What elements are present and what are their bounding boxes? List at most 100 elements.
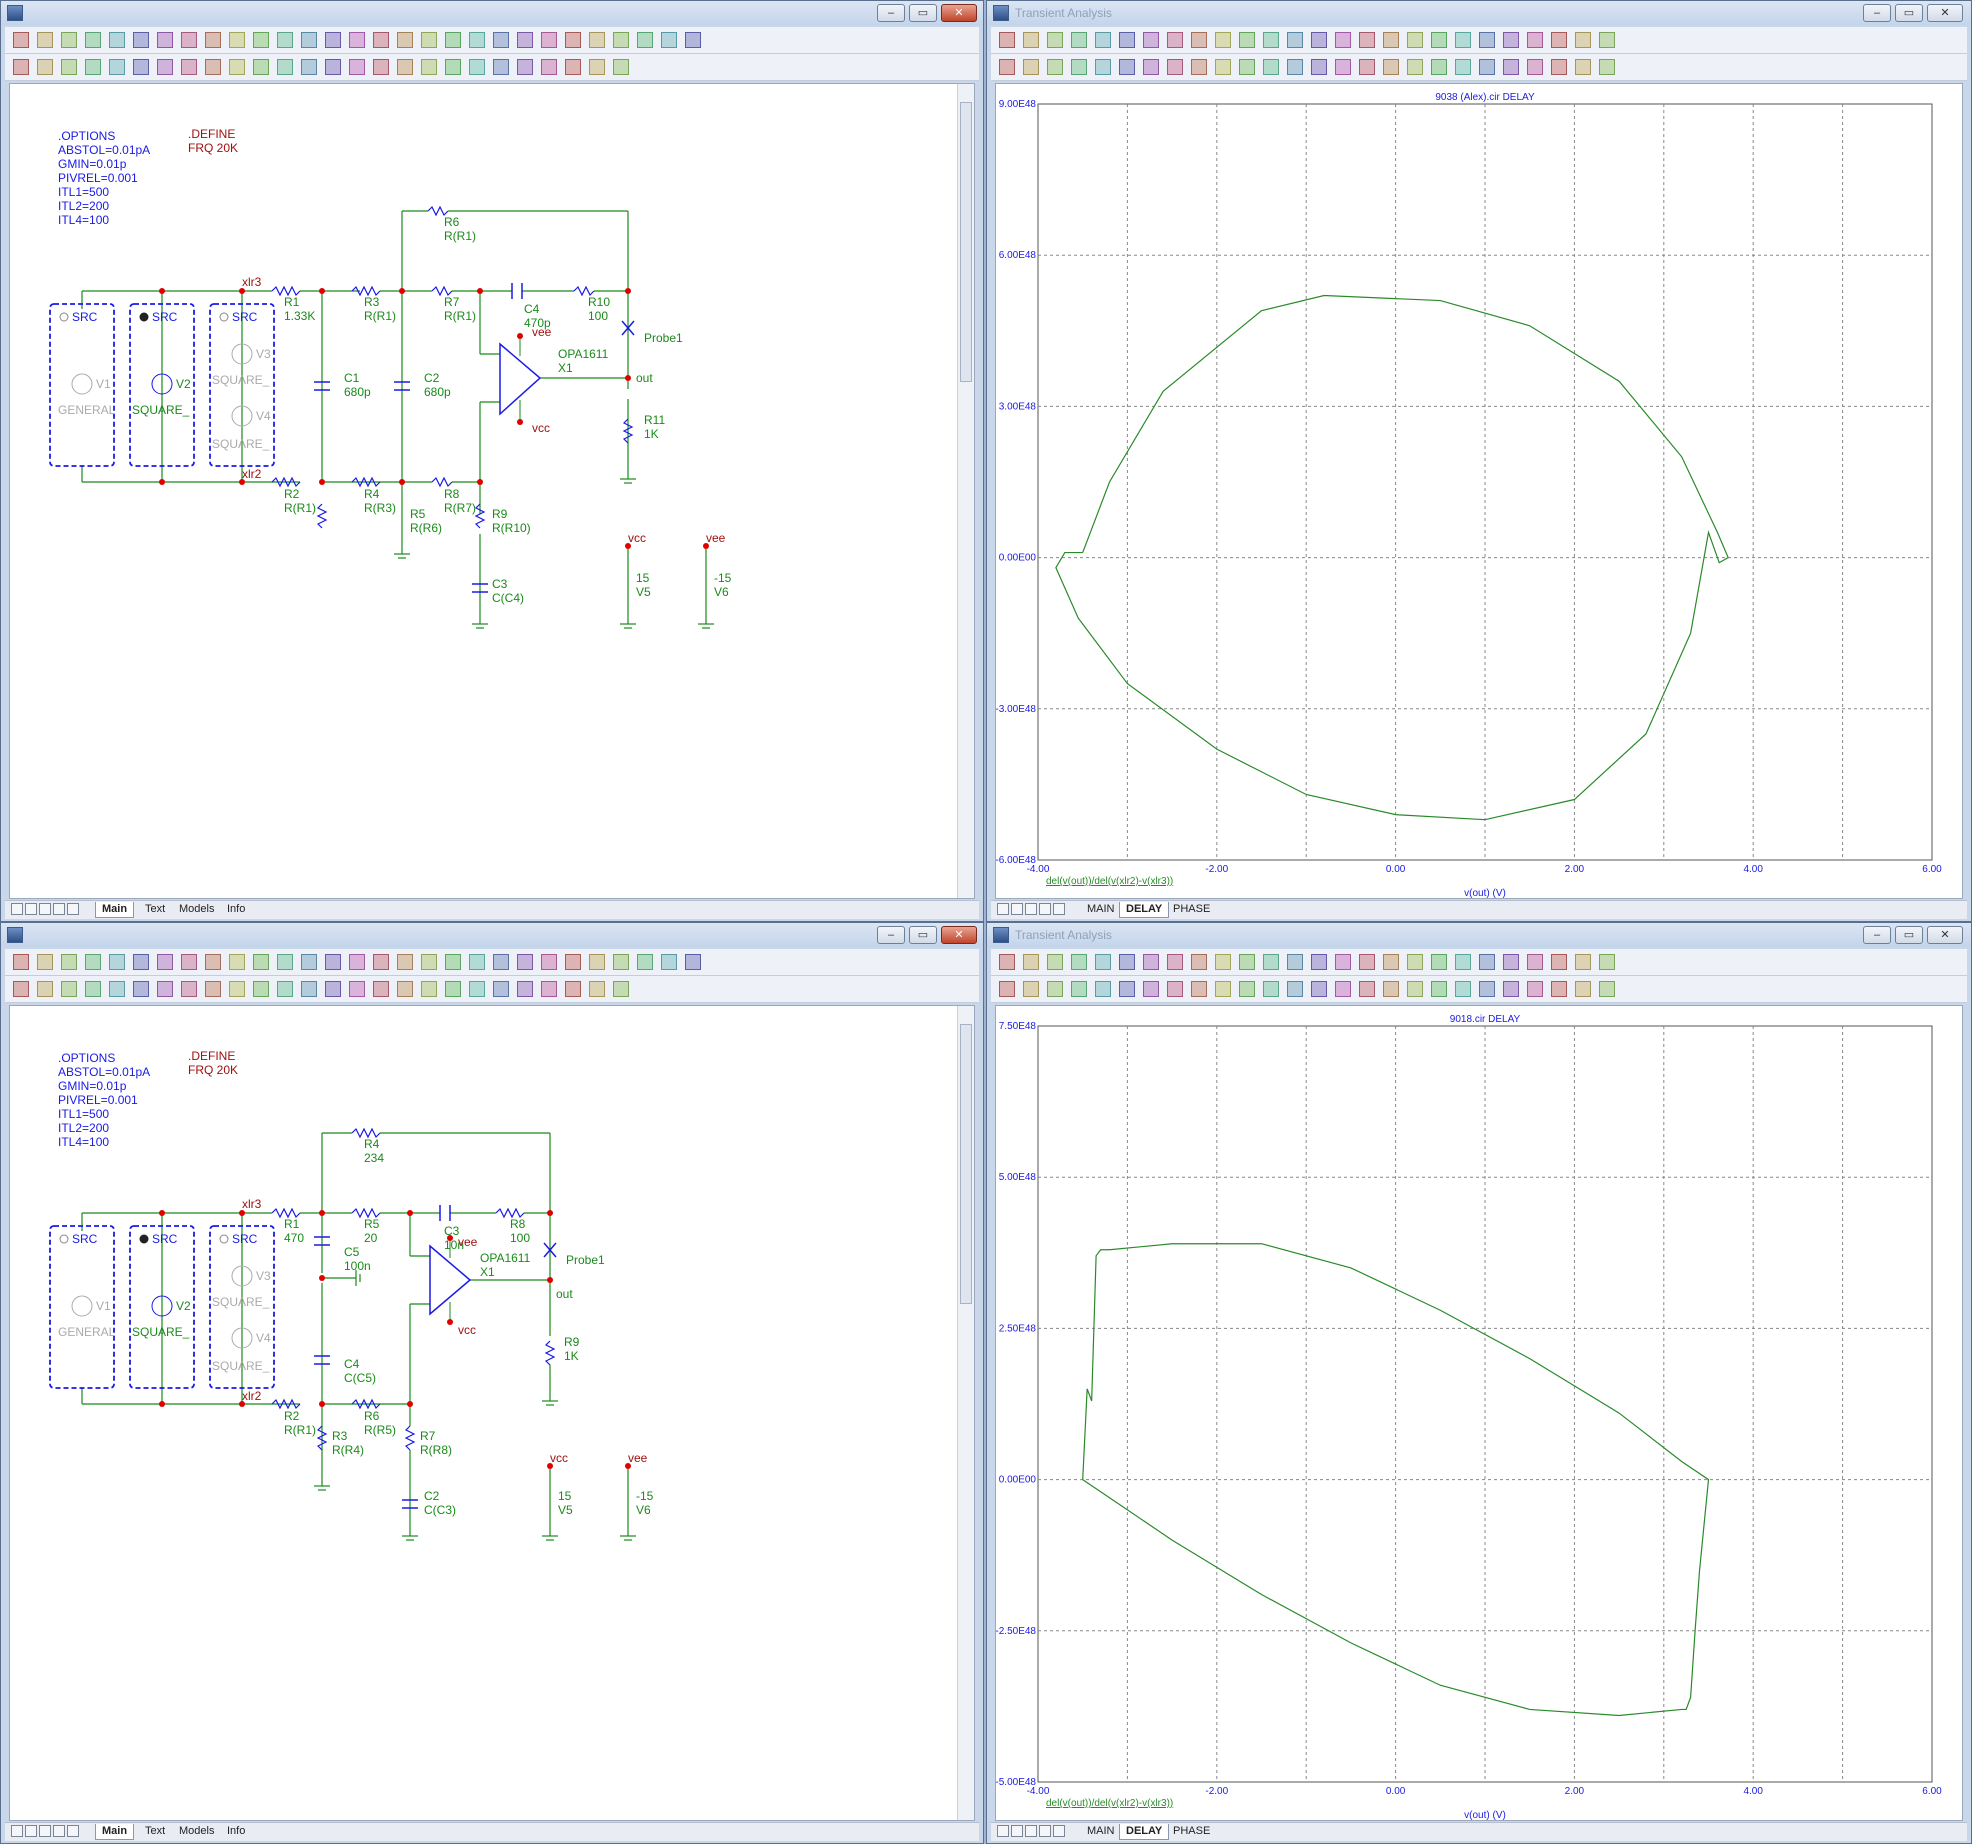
save-icon[interactable] xyxy=(1551,59,1567,75)
text-icon[interactable] xyxy=(85,59,101,75)
select-icon[interactable] xyxy=(13,32,29,48)
scroll-left-button[interactable] xyxy=(11,1825,23,1837)
select-icon[interactable] xyxy=(1575,981,1591,997)
delete-icon[interactable] xyxy=(373,32,389,48)
scroll-thumb[interactable] xyxy=(960,1024,972,1304)
text-icon[interactable] xyxy=(1071,32,1087,48)
probe-icon[interactable] xyxy=(1119,981,1135,997)
undo-icon[interactable] xyxy=(277,32,293,48)
radio-selected-icon[interactable] xyxy=(139,1234,149,1244)
grid-icon[interactable] xyxy=(205,981,221,997)
find-icon[interactable] xyxy=(469,32,485,48)
mirror-icon[interactable] xyxy=(1431,32,1447,48)
redo-icon[interactable] xyxy=(301,32,317,48)
paste-icon[interactable] xyxy=(349,59,365,75)
text-icon[interactable] xyxy=(85,32,101,48)
page-icon[interactable] xyxy=(1167,954,1183,970)
copy-icon[interactable] xyxy=(325,32,341,48)
paste-icon[interactable] xyxy=(1335,32,1351,48)
mirror-icon[interactable] xyxy=(1431,59,1447,75)
print-icon[interactable] xyxy=(1527,954,1543,970)
select-icon[interactable] xyxy=(1575,954,1591,970)
pan-icon[interactable] xyxy=(1023,32,1039,48)
find-icon[interactable] xyxy=(1455,981,1471,997)
wire-icon[interactable] xyxy=(1047,59,1063,75)
delete-icon[interactable] xyxy=(373,954,389,970)
run-icon[interactable] xyxy=(493,954,509,970)
print-icon[interactable] xyxy=(541,59,557,75)
undo-icon[interactable] xyxy=(1263,59,1279,75)
save-icon[interactable] xyxy=(565,32,581,48)
text-icon[interactable] xyxy=(1071,59,1087,75)
print-icon[interactable] xyxy=(1527,59,1543,75)
run-icon[interactable] xyxy=(493,59,509,75)
line-icon[interactable] xyxy=(1095,59,1111,75)
tab-phase[interactable]: PHASE xyxy=(1167,902,1216,917)
save-icon[interactable] xyxy=(1551,954,1567,970)
stop-icon[interactable] xyxy=(517,59,533,75)
run-icon[interactable] xyxy=(1479,954,1495,970)
minimize-button[interactable]: – xyxy=(877,926,905,944)
line-icon[interactable] xyxy=(685,32,701,48)
text-icon[interactable] xyxy=(1071,954,1087,970)
redo-icon[interactable] xyxy=(1287,32,1303,48)
wire-icon[interactable] xyxy=(637,32,653,48)
flip-icon[interactable] xyxy=(1407,32,1423,48)
tab-main[interactable]: Main xyxy=(95,1824,135,1840)
zoom-icon[interactable] xyxy=(253,954,269,970)
line-icon[interactable] xyxy=(1095,954,1111,970)
page-icon[interactable] xyxy=(1167,59,1183,75)
next-page-button[interactable] xyxy=(1039,1825,1051,1837)
line-icon[interactable] xyxy=(109,954,125,970)
prev-page-button[interactable] xyxy=(1025,903,1037,915)
print-icon[interactable] xyxy=(541,954,557,970)
last-page-button[interactable] xyxy=(1053,903,1065,915)
minimize-button[interactable]: – xyxy=(877,4,905,22)
select-icon[interactable] xyxy=(999,32,1015,48)
bus-icon[interactable] xyxy=(1143,981,1159,997)
page-icon[interactable] xyxy=(181,954,197,970)
select-icon[interactable] xyxy=(589,981,605,997)
radio-icon[interactable] xyxy=(59,1234,69,1244)
paste-icon[interactable] xyxy=(1335,954,1351,970)
delete-icon[interactable] xyxy=(1359,981,1375,997)
prev-page-button[interactable] xyxy=(1025,1825,1037,1837)
rotate-icon[interactable] xyxy=(1383,59,1399,75)
text-icon[interactable] xyxy=(661,32,677,48)
probe-icon[interactable] xyxy=(133,981,149,997)
select-icon[interactable] xyxy=(1575,32,1591,48)
tab-delay[interactable]: DELAY xyxy=(1119,1824,1170,1840)
scroll-left-button[interactable] xyxy=(997,1825,1009,1837)
find-icon[interactable] xyxy=(1455,59,1471,75)
select-icon[interactable] xyxy=(999,981,1015,997)
find-icon[interactable] xyxy=(469,954,485,970)
flip-icon[interactable] xyxy=(1407,954,1423,970)
probe-icon[interactable] xyxy=(1119,59,1135,75)
stop-icon[interactable] xyxy=(1503,981,1519,997)
copy-icon[interactable] xyxy=(325,954,341,970)
pan-icon[interactable] xyxy=(37,32,53,48)
close-button[interactable]: ✕ xyxy=(1927,4,1963,22)
run-icon[interactable] xyxy=(493,32,509,48)
line-icon[interactable] xyxy=(685,954,701,970)
page-icon[interactable] xyxy=(181,981,197,997)
close-button[interactable]: ✕ xyxy=(941,4,977,22)
zoom-icon[interactable] xyxy=(1239,32,1255,48)
text-icon[interactable] xyxy=(1071,981,1087,997)
tab-main[interactable]: MAIN xyxy=(1081,902,1121,917)
grid-icon[interactable] xyxy=(1191,981,1207,997)
pan-icon[interactable] xyxy=(613,32,629,48)
first-page-button[interactable] xyxy=(25,903,37,915)
pan-icon[interactable] xyxy=(613,59,629,75)
info-icon[interactable] xyxy=(229,32,245,48)
wire-icon[interactable] xyxy=(1047,981,1063,997)
scroll-thumb[interactable] xyxy=(960,102,972,382)
rotate-icon[interactable] xyxy=(397,981,413,997)
page-icon[interactable] xyxy=(181,32,197,48)
last-page-button[interactable] xyxy=(67,1825,79,1837)
copy-icon[interactable] xyxy=(325,981,341,997)
grid-icon[interactable] xyxy=(205,59,221,75)
scroll-left-button[interactable] xyxy=(11,903,23,915)
zoom-icon[interactable] xyxy=(253,59,269,75)
minimize-button[interactable]: – xyxy=(1863,926,1891,944)
